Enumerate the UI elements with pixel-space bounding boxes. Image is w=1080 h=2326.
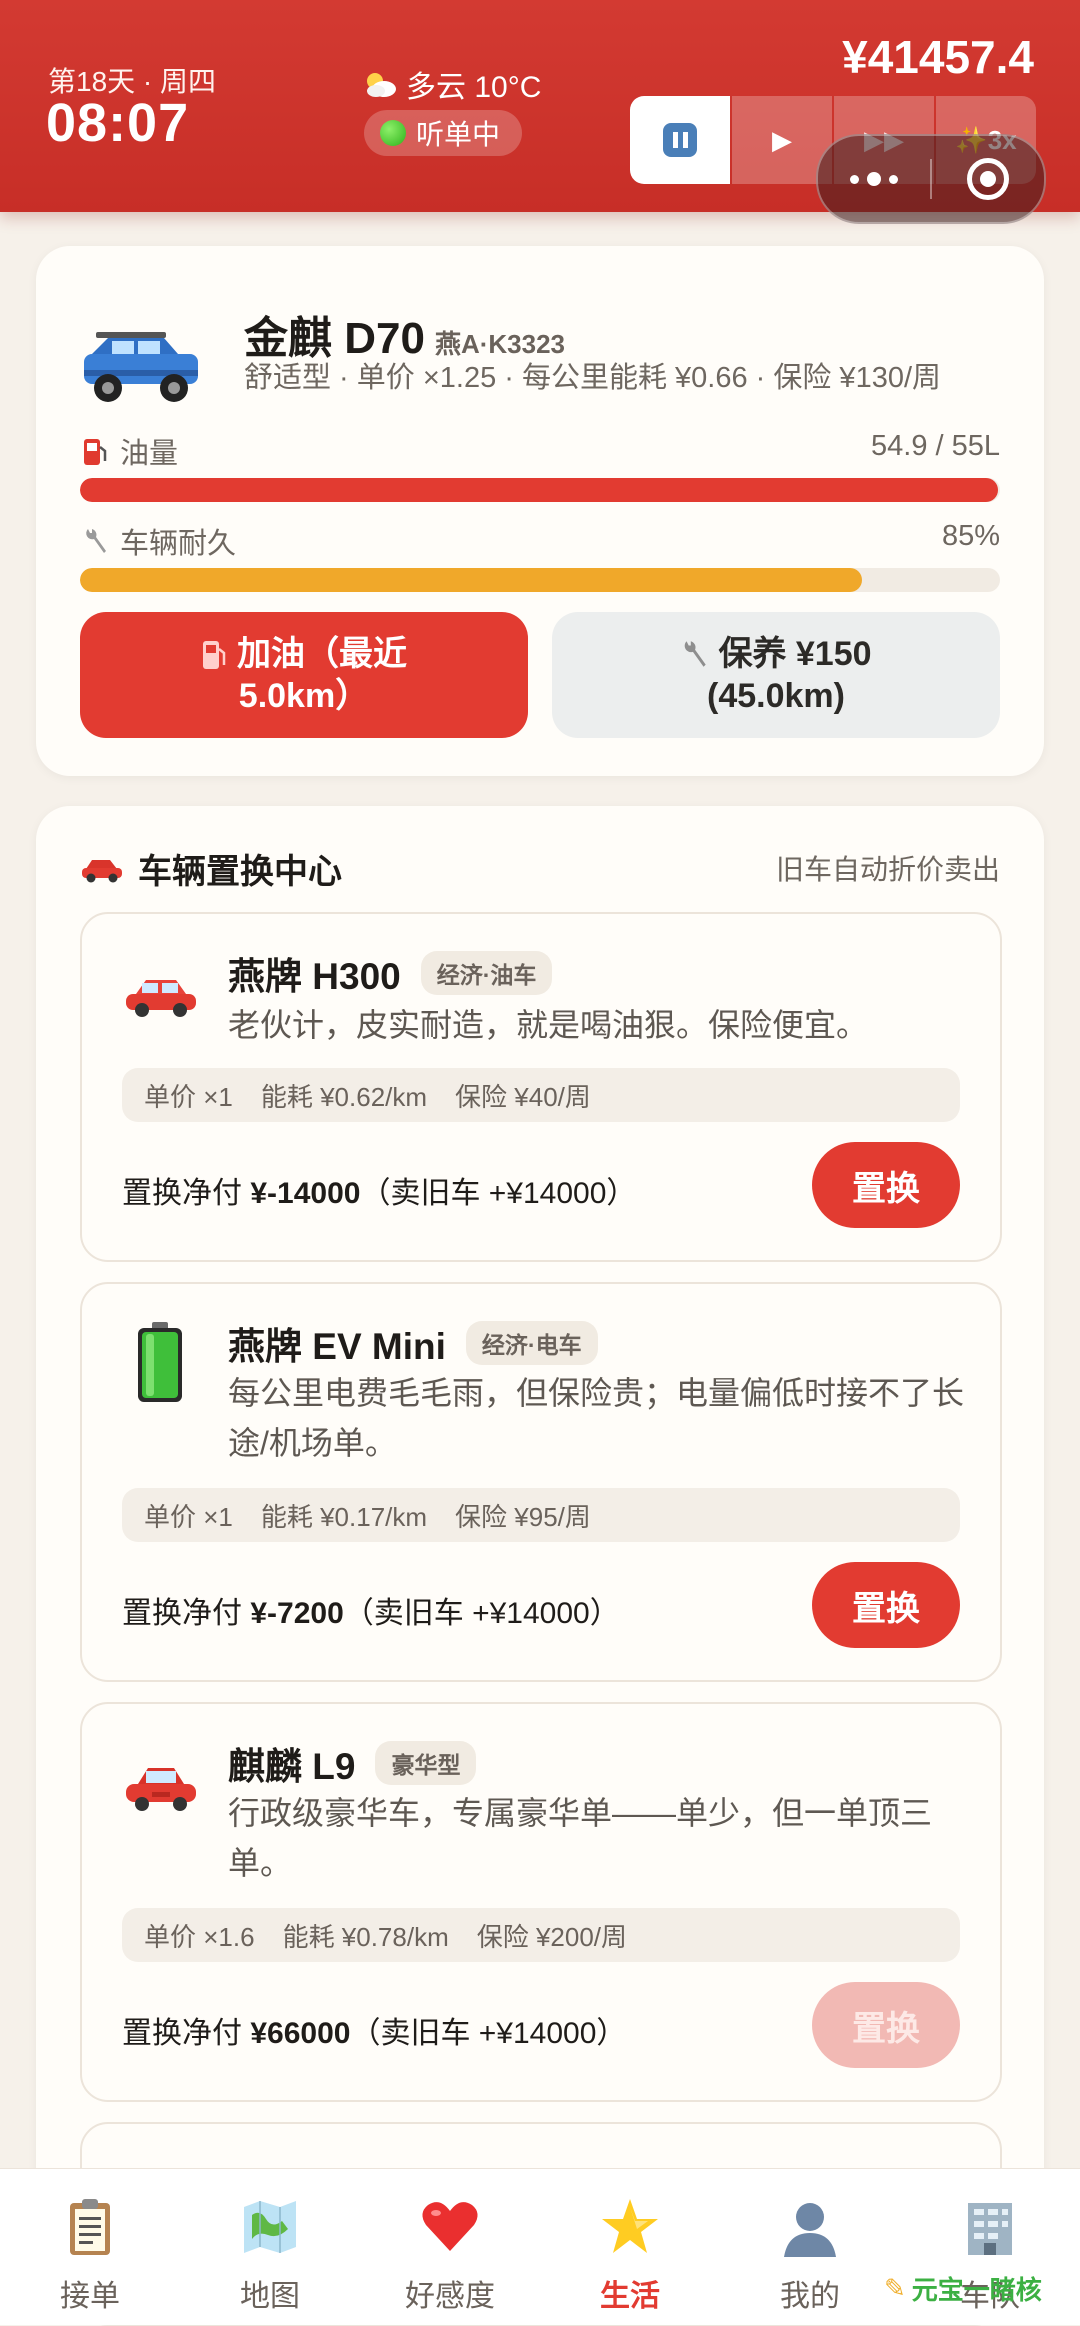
- offer-description: 老伙计，皮实耐造，就是喝油狠。保险便宜。: [228, 1007, 869, 1043]
- swap-button[interactable]: 置换: [812, 1142, 960, 1228]
- play-icon: ▶: [772, 124, 792, 155]
- offer-price-mult: 单价 ×1: [144, 1501, 233, 1532]
- service-button[interactable]: 保养 ¥150 (45.0km): [552, 612, 1000, 738]
- close-miniprogram-button[interactable]: [932, 158, 1044, 200]
- service-label-line2: (45.0km): [707, 677, 845, 715]
- status-header: 第18天 · 周四 08:07 多云 10°C 听单中 ¥41457.4 ▶ ▶…: [0, 0, 1080, 224]
- offer-insurance: 保险 ¥200/周: [476, 1921, 628, 1952]
- swap-offer: 麒麟 L9 豪华型 行政级豪华车，专属豪华单——单少，但一单顶三单。 单价 ×1…: [80, 1702, 1002, 2102]
- green-dot-icon: [380, 120, 406, 146]
- offer-name: 燕牌 H300: [228, 956, 401, 997]
- swap-offer: 燕牌 EV Mini 经济·电车 每公里电费毛毛雨，但保险贵；电量偏低时接不了长…: [80, 1282, 1002, 1682]
- fuel-row-label: 油量: [82, 430, 178, 472]
- miniprogram-capsule: [816, 134, 1046, 224]
- refuel-button[interactable]: 加油（最近 5.0km）: [80, 612, 528, 738]
- offer-stats: 单价 ×1.6 能耗 ¥0.78/km 保险 ¥200/周: [122, 1908, 960, 1962]
- swap-title-text: 车辆置换中心: [138, 853, 342, 891]
- tab-life[interactable]: 生活: [540, 2169, 720, 2325]
- more-dots-icon: [850, 174, 859, 184]
- durability-bar: [80, 568, 1000, 592]
- listening-label: 听单中: [416, 119, 501, 150]
- offer-energy: 能耗 ¥0.62/km: [260, 1081, 428, 1112]
- swap-button-disabled[interactable]: 置换: [812, 1982, 960, 2068]
- vehicle-spec: 舒适型 · 单价 ×1.25 · 每公里能耗 ¥0.66 · 保险 ¥130/周: [244, 362, 942, 394]
- user-icon: [784, 2203, 836, 2257]
- durability-bar-fill: [80, 568, 862, 592]
- red-car-icon: [126, 980, 196, 1017]
- offer-energy: 能耗 ¥0.17/km: [260, 1501, 428, 1532]
- weather-display: 多云 10°C: [362, 62, 541, 106]
- fuel-pump-icon: [203, 640, 226, 669]
- tab-label: 生活: [600, 2280, 660, 2313]
- offer-net-payment: 置换净付 ¥66000（卖旧车 +¥14000）: [122, 2017, 627, 2050]
- offer-tag: 经济·电车: [465, 1321, 598, 1365]
- luxury-car-icon: [126, 1768, 196, 1811]
- wrench-icon: [86, 529, 106, 553]
- offer-name: 麒麟 L9: [228, 1746, 356, 1787]
- offer-name: 燕牌 EV Mini: [228, 1326, 446, 1367]
- fuel-pump-icon: [84, 439, 107, 465]
- offer-stats: 单价 ×1 能耗 ¥0.62/km 保险 ¥40/周: [122, 1068, 960, 1122]
- more-options-button[interactable]: [818, 172, 930, 186]
- swap-offer: 燕牌 H300 经济·油车 老伙计，皮实耐造，就是喝油狠。保险便宜。 单价 ×1…: [80, 912, 1002, 1262]
- heart-icon: [422, 2202, 478, 2251]
- offer-insurance: 保险 ¥40/周: [455, 1081, 591, 1112]
- tab-orders[interactable]: 接单: [0, 2169, 180, 2325]
- watermark-logo-icon: ✎: [884, 2273, 906, 2303]
- service-label-line1: 保养 ¥150: [718, 634, 872, 673]
- star-icon: [602, 2199, 658, 2253]
- tab-affinity[interactable]: 好感度: [360, 2169, 540, 2325]
- listening-status-badge[interactable]: 听单中: [364, 110, 523, 156]
- offer-tag: 豪华型: [375, 1741, 477, 1785]
- tab-label: 我的: [780, 2280, 840, 2313]
- offer-net-payment: 置换净付 ¥-14000（卖旧车 +¥14000）: [122, 1177, 637, 1210]
- battery-icon: [138, 1322, 182, 1402]
- suv-icon: [84, 332, 198, 402]
- fuel-label: 油量: [120, 438, 179, 470]
- weather-text: 多云 10°C: [406, 71, 542, 104]
- offer-price-mult: 单价 ×1.6: [144, 1921, 255, 1952]
- pause-icon: [663, 123, 697, 157]
- game-clock: 08:07: [46, 93, 190, 153]
- offer-description: 每公里电费毛毛雨，但保险贵；电量偏低时接不了长途/机场单。: [228, 1375, 965, 1461]
- cash-balance: ¥41457.4: [842, 31, 1034, 83]
- watermark: ✎ 元宝一睹核: [884, 2270, 1042, 2307]
- car-icon: [82, 859, 122, 882]
- fuel-bar: [80, 478, 1000, 502]
- swap-button[interactable]: 置换: [812, 1562, 960, 1648]
- swap-center-title: 车辆置换中心: [80, 844, 342, 893]
- durability-label: 车辆耐久: [120, 528, 237, 560]
- clipboard-icon: [70, 2199, 110, 2255]
- tab-label: 好感度: [405, 2280, 495, 2313]
- durability-row-label: 车辆耐久: [82, 520, 236, 562]
- tab-map[interactable]: 地图: [180, 2169, 360, 2325]
- offer-tag: 经济·油车: [420, 951, 553, 995]
- vehicle-swap-center: 车辆置换中心 旧车自动折价卖出 燕牌 H300 经济·油车 老伙计，皮实耐造，就…: [36, 806, 1044, 2326]
- fuel-bar-fill: [80, 478, 999, 502]
- refuel-label-line1: 加油（最近: [237, 634, 407, 673]
- offer-price-mult: 单价 ×1: [144, 1081, 233, 1112]
- pause-button[interactable]: [630, 96, 730, 184]
- tab-profile[interactable]: 我的: [720, 2169, 900, 2325]
- wrench-icon: [685, 641, 707, 667]
- offer-description: 行政级豪华车，专属豪华单——单少，但一单顶三单。: [228, 1795, 933, 1881]
- durability-value: 85%: [941, 520, 1000, 552]
- offer-insurance: 保险 ¥95/周: [455, 1501, 591, 1532]
- offer-energy: 能耗 ¥0.78/km: [282, 1921, 449, 1952]
- current-vehicle-card: 金麒 D70 燕A·K3323 舒适型 · 单价 ×1.25 · 每公里能耗 ¥0…: [36, 246, 1044, 776]
- offer-stats: 单价 ×1 能耗 ¥0.17/km 保险 ¥95/周: [122, 1488, 960, 1542]
- swap-note: 旧车自动折价卖出: [775, 854, 1000, 885]
- offer-net-payment: 置换净付 ¥-7200（卖旧车 +¥14000）: [122, 1597, 620, 1630]
- map-icon: [244, 2201, 296, 2253]
- watermark-text: 元宝一睹核: [911, 2275, 1042, 2305]
- refuel-label-line2: 5.0km）: [238, 677, 370, 715]
- fuel-value: 54.9 / 55L: [871, 430, 1000, 462]
- tab-label: 接单: [60, 2280, 120, 2313]
- tab-label: 地图: [240, 2280, 300, 2313]
- target-icon: [967, 158, 1009, 200]
- building-icon: [968, 2203, 1012, 2255]
- cloud-sun-icon: [367, 73, 396, 97]
